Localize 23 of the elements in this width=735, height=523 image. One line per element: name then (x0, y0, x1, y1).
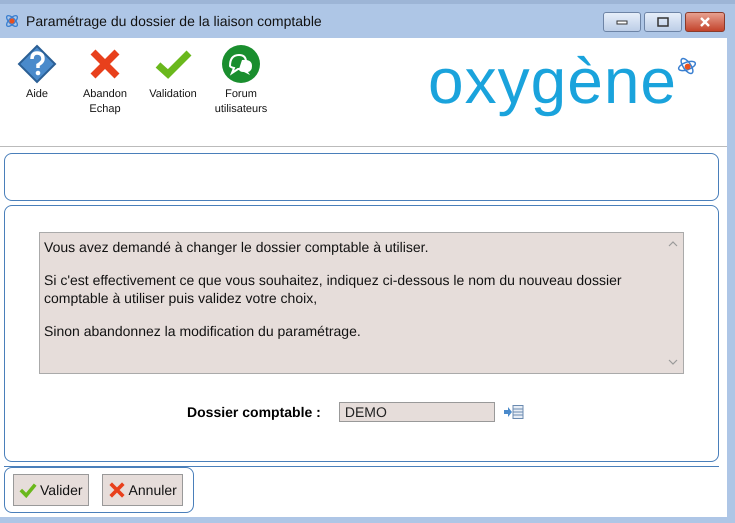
list-picker-icon[interactable] (502, 404, 525, 420)
help-icon (17, 44, 57, 84)
message-paragraph: Vous avez demandé à changer le dossier comptable à utiliser. (44, 238, 430, 256)
atom-icon (4, 13, 20, 29)
minimize-icon (616, 18, 628, 26)
speech-bubbles-icon (221, 44, 261, 84)
maximize-icon (657, 17, 669, 27)
field-label: Dossier comptable : (187, 404, 321, 420)
scroll-up-icon[interactable] (668, 241, 678, 247)
window-title: Paramétrage du dossier de la liaison comptable (26, 13, 322, 29)
message-paragraph: Si c'est effectivement ce que vous souhaitez, indiquez ci-dessous le nom du nouveau dossier comptable à utiliser puis validez votre choix, (44, 271, 623, 307)
message-paragraph: Sinon abandonnez la modification du paramétrage. (44, 322, 362, 340)
input-field[interactable]: DEMO (338, 402, 495, 422)
maximize-button[interactable] (644, 12, 682, 32)
close-icon (699, 17, 711, 27)
scroll-down-icon[interactable] (668, 359, 678, 365)
cancel-button[interactable]: Annuler (102, 474, 183, 506)
close-button[interactable] (685, 12, 725, 32)
checkmark-icon (19, 480, 37, 498)
logo: oxygène (428, 46, 697, 116)
validate-button[interactable]: Valider (13, 474, 89, 506)
cross-icon (108, 480, 126, 498)
minimize-button[interactable] (603, 12, 641, 32)
